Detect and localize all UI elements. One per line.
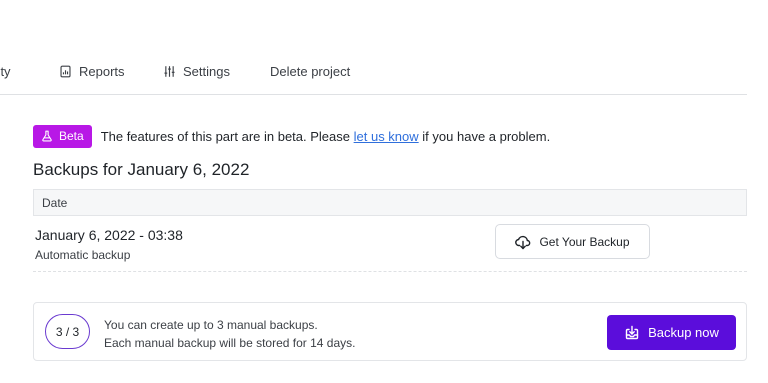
get-your-backup-button[interactable]: Get Your Backup (495, 224, 650, 259)
tab-delete-project[interactable]: Delete project (270, 61, 350, 81)
beta-badge: Beta (33, 124, 92, 148)
manual-backup-info: You can create up to 3 manual backups. E… (104, 316, 355, 352)
beta-badge-label: Beta (59, 129, 84, 143)
backup-date: January 6, 2022 - 03:38 (35, 227, 183, 243)
tab-security-label: urity (0, 63, 11, 79)
tab-delete-project-label: Delete project (270, 63, 351, 79)
tab-reports[interactable]: Reports (59, 61, 125, 81)
get-your-backup-label: Get Your Backup (539, 234, 630, 249)
beta-notice: Beta The features of this part are in be… (33, 124, 550, 148)
backup-type: Automatic backup (35, 248, 131, 262)
let-us-know-link[interactable]: let us know (354, 129, 419, 144)
cloud-download-icon (515, 235, 531, 249)
table-header-date: Date (33, 189, 747, 216)
table-row: January 6, 2022 - 03:38 Automatic backup… (33, 216, 747, 272)
tab-reports-label: Reports (79, 63, 125, 79)
settings-sliders-icon (164, 65, 175, 77)
backup-tray-icon (625, 325, 639, 339)
backup-now-button[interactable]: Backup now (607, 315, 736, 350)
backup-now-label: Backup now (648, 325, 719, 340)
backups-title: Backups for January 6, 2022 (33, 160, 250, 179)
beta-text-after: if you have a problem. (422, 128, 551, 144)
manual-backup-counter: 3 / 3 (45, 314, 90, 349)
tab-security[interactable]: urity (0, 61, 11, 81)
beta-text-before: The features of this part are in beta. P… (100, 128, 350, 144)
tab-settings-label: Settings (183, 63, 230, 79)
reports-icon (60, 65, 71, 77)
manual-backup-card: 3 / 3 You can create up to 3 manual back… (33, 302, 747, 361)
page: urity Reports Settings Delete proj (0, 0, 768, 383)
manual-info-line2: Each manual backup will be stored for 14… (104, 336, 356, 350)
tab-settings[interactable]: Settings (163, 61, 230, 81)
project-tabs: urity Reports Settings Delete proj (0, 52, 747, 95)
beta-text: The features of this part are in beta. P… (101, 129, 551, 144)
flask-icon (42, 130, 52, 142)
manual-info-line1: You can create up to 3 manual backups. (104, 318, 318, 332)
